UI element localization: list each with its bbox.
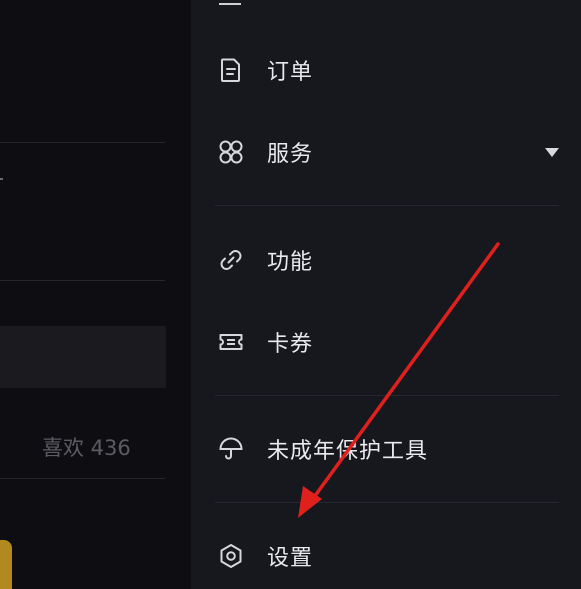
menu-item-services[interactable]: 服务 [191, 124, 581, 180]
chevron-down-icon[interactable] [545, 147, 559, 157]
divider [215, 395, 559, 396]
menu-item-label: 设置 [267, 546, 314, 571]
menu-item-label: 卡券 [267, 332, 314, 357]
umbrella-icon [217, 435, 245, 463]
menu-item-settings[interactable]: 设置 [191, 528, 581, 584]
side-drawer-menu: 订单 服务 功能 卡券 未成年保护工具 设置 [191, 0, 581, 589]
menu-item-label: 服务 [267, 142, 314, 167]
link-icon [217, 246, 245, 274]
divider [215, 205, 559, 206]
gold-button-edge[interactable] [0, 540, 12, 589]
gear-icon [217, 542, 245, 570]
menu-item-label: 订单 [267, 60, 314, 85]
divider [0, 142, 165, 143]
document-icon [217, 56, 245, 84]
menu-icon-partial [219, 0, 241, 5]
likes-count: 喜欢 436 [42, 436, 131, 460]
grid-icon [217, 138, 245, 166]
ticket-icon [217, 328, 245, 356]
menu-item-features[interactable]: 功能 [191, 232, 581, 288]
menu-item-label: 功能 [267, 250, 314, 275]
divider [0, 280, 165, 281]
menu-item-label: 未成年保护工具 [267, 439, 429, 464]
divider [215, 502, 559, 503]
menu-item-coupons[interactable]: 卡券 [191, 314, 581, 370]
background-page: 喜欢 436 [0, 0, 191, 589]
partial-glyph [0, 178, 3, 180]
content-card [0, 326, 166, 388]
menu-item-minor-protection[interactable]: 未成年保护工具 [191, 421, 581, 477]
menu-item-orders[interactable]: 订单 [191, 42, 581, 98]
divider [0, 478, 165, 479]
